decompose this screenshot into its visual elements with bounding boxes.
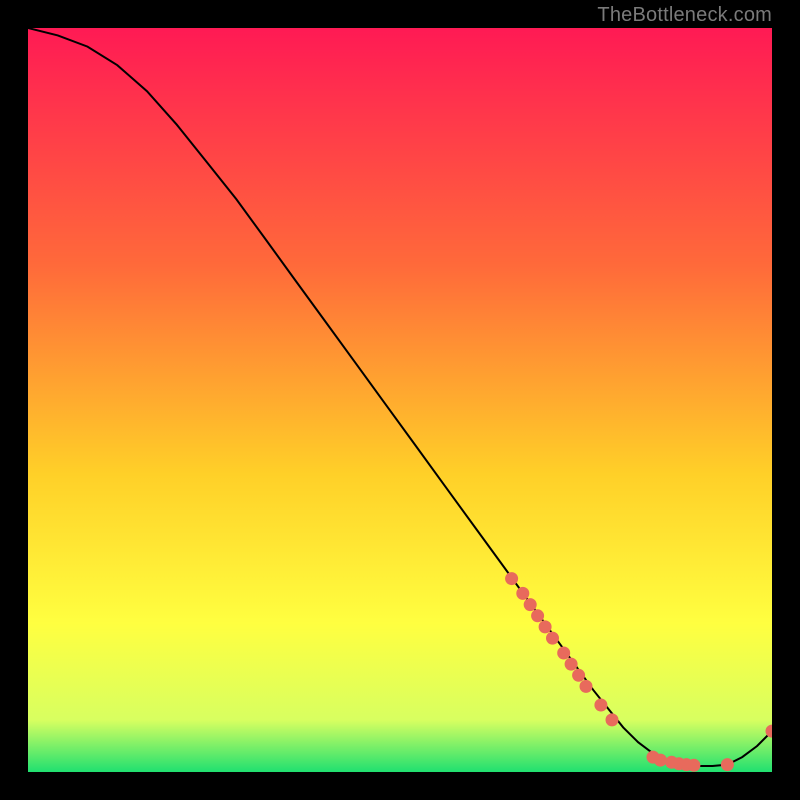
chart-marker [505,572,518,585]
chart-marker [565,658,578,671]
chart-marker [524,598,537,611]
chart-marker [557,647,570,660]
chart-marker [721,758,734,771]
chart-svg [28,28,772,772]
chart-marker [516,587,529,600]
chart-marker [572,669,585,682]
chart-marker [539,620,552,633]
chart-marker [606,713,619,726]
chart-marker [546,632,559,645]
chart-marker [654,754,667,767]
chart-marker [687,759,700,772]
chart-marker [580,680,593,693]
chart-marker [594,699,607,712]
chart-plot-area [28,28,772,772]
chart-stage: TheBottleneck.com [0,0,800,800]
chart-marker [531,609,544,622]
watermark-text: TheBottleneck.com [597,4,772,27]
chart-background-gradient [28,28,772,772]
